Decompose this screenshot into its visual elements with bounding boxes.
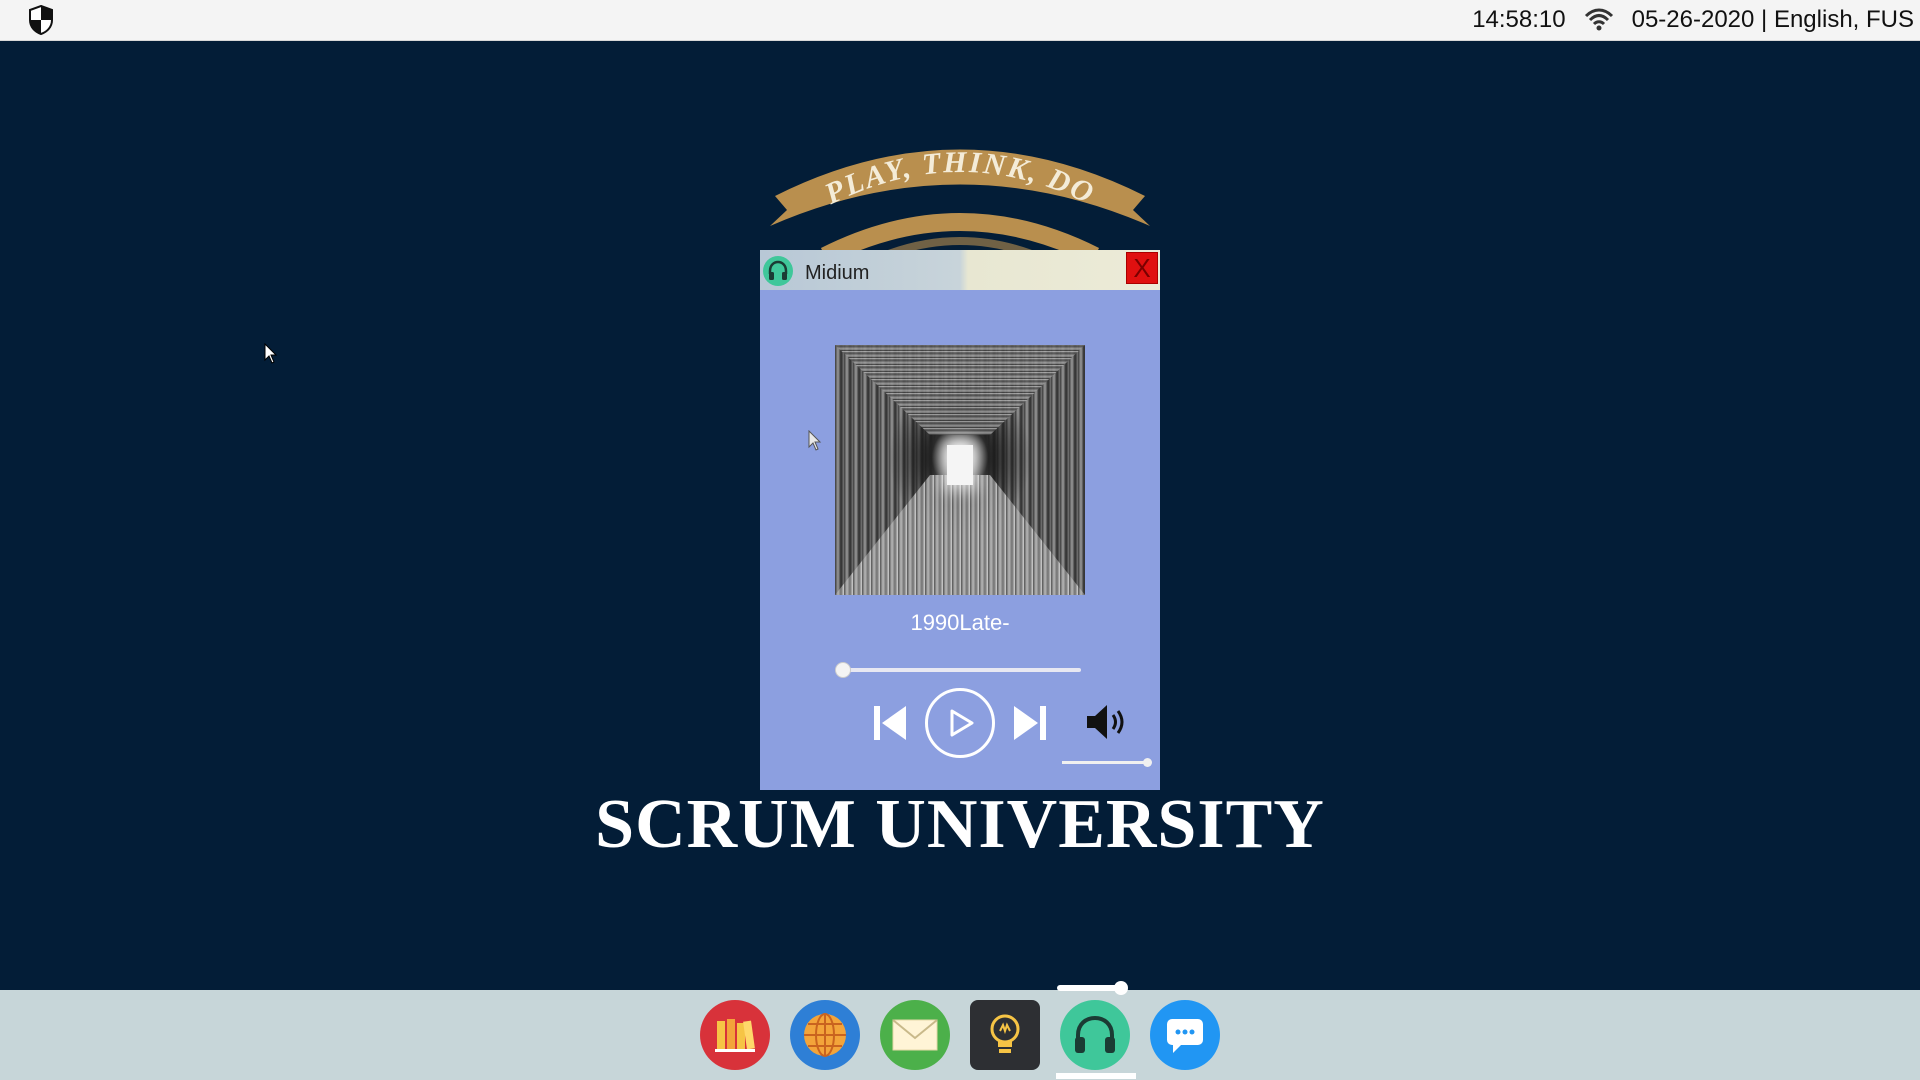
volume-thumb[interactable]	[1143, 758, 1152, 767]
chat-icon[interactable]	[1150, 1000, 1220, 1070]
seek-slider[interactable]	[835, 662, 1085, 678]
volume-track[interactable]	[1062, 761, 1146, 764]
headphones-icon	[763, 256, 793, 286]
lightbulb-icon[interactable]	[970, 1000, 1040, 1070]
dock-handle[interactable]	[1057, 980, 1128, 996]
play-button[interactable]	[925, 688, 995, 758]
shield-logo-icon[interactable]	[28, 5, 54, 35]
dock	[0, 990, 1920, 1080]
next-icon[interactable]	[1012, 703, 1048, 743]
svg-text:PLAY, THINK, DO: PLAY, THINK, DO	[819, 146, 1100, 211]
music-player-window: Midium X 1990Late-	[760, 250, 1160, 790]
seek-thumb[interactable]	[835, 662, 851, 678]
headphones-icon[interactable]	[1060, 1000, 1130, 1070]
mail-icon[interactable]	[880, 1000, 950, 1070]
banner-text: PLAY, THINK, DO	[819, 146, 1098, 211]
track-title: 1990Late-	[910, 610, 1010, 635]
clock: 14:58:10	[1472, 6, 1566, 33]
volume-icon[interactable]	[1085, 702, 1131, 742]
window-titlebar[interactable]: Midium X	[760, 250, 1160, 290]
university-title: SCRUM UNIVERSITY	[595, 786, 1325, 863]
top-system-bar: 14:58:10 05-26-2020 | English, FUS	[0, 0, 1920, 41]
university-banner-logo: PLAY, THINK, DO	[770, 146, 1150, 258]
close-button[interactable]: X	[1126, 252, 1158, 284]
mouse-cursor-icon	[264, 343, 278, 364]
date-language[interactable]: 05-26-2020 | English, FUS	[1632, 6, 1914, 34]
play-icon	[950, 709, 974, 737]
wifi-icon[interactable]	[1584, 7, 1614, 33]
books-icon[interactable]	[700, 1000, 770, 1070]
volume-slider[interactable]	[1062, 756, 1152, 768]
mouse-cursor-icon	[808, 430, 822, 451]
active-app-indicator	[1056, 1073, 1136, 1079]
seek-track[interactable]	[835, 668, 1081, 672]
previous-icon[interactable]	[872, 703, 908, 743]
album-art	[835, 345, 1085, 595]
globe-icon[interactable]	[790, 1000, 860, 1070]
window-title: Midium	[805, 262, 870, 284]
